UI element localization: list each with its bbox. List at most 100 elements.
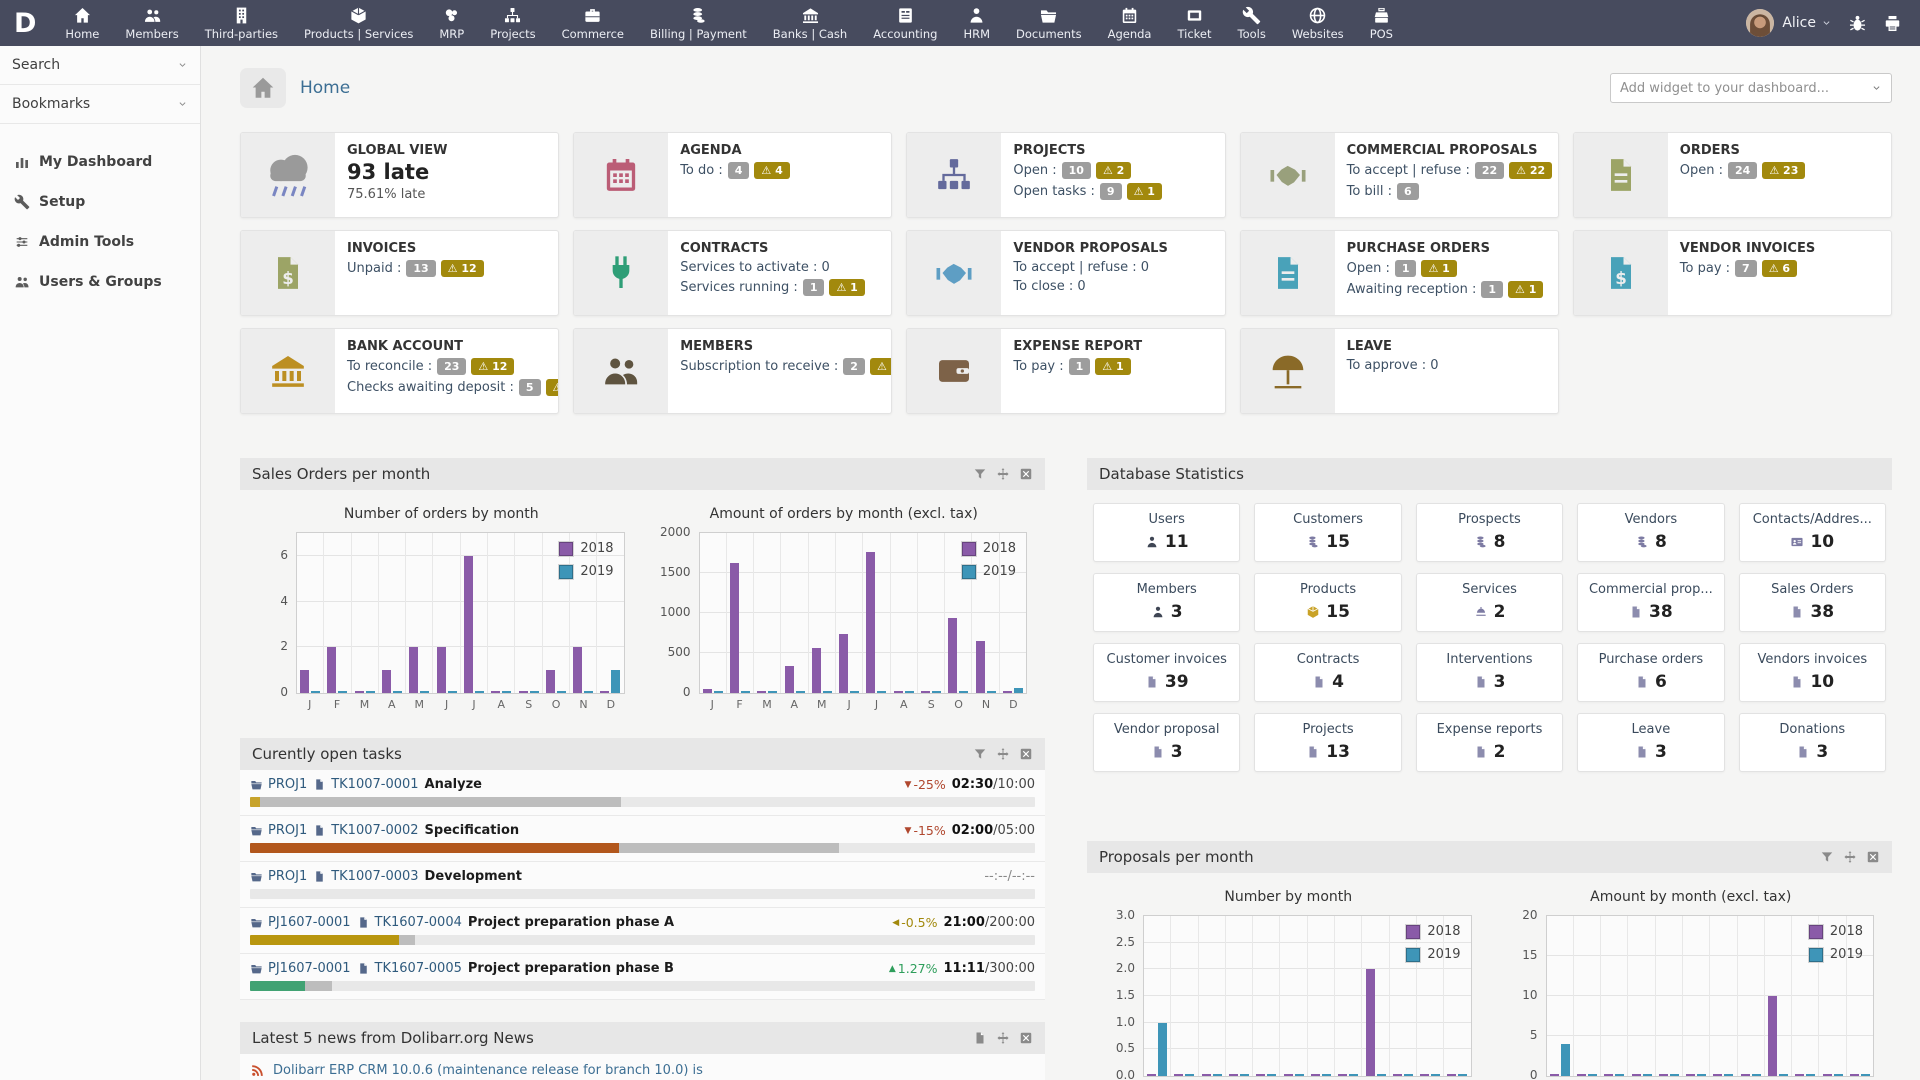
move-icon[interactable]	[996, 747, 1010, 761]
warning-badge[interactable]: ⚠ 5	[545, 379, 559, 396]
count-badge[interactable]: 1	[1394, 260, 1417, 277]
count-badge[interactable]: 4	[727, 162, 750, 179]
sidebar-item-admin-tools[interactable]: Admin Tools	[0, 222, 200, 262]
widget-stat-line[interactable]: Services to activate : 0	[680, 260, 865, 275]
widget-stat-line[interactable]: Services running : 1 ⚠ 1	[680, 279, 865, 296]
move-icon[interactable]	[996, 467, 1010, 481]
search-section[interactable]: Search	[0, 46, 200, 85]
stat-cell-contracts[interactable]: Contracts 4	[1254, 643, 1402, 702]
project-link[interactable]: PJ1607-0001	[268, 915, 351, 930]
stat-cell-interventions[interactable]: Interventions 3	[1415, 643, 1564, 702]
count-badge[interactable]: 24	[1728, 162, 1758, 179]
widget-global-view[interactable]: GLOBAL VIEW 93 late 75.61% late	[240, 132, 560, 218]
page-icon[interactable]	[973, 1031, 987, 1045]
warning-badge[interactable]: ⚠ 1	[1508, 281, 1544, 298]
close-icon[interactable]	[1019, 747, 1033, 761]
warning-badge[interactable]: ⚠ 2	[1095, 162, 1132, 179]
user-avatar[interactable]	[1746, 9, 1775, 37]
sidebar-item-setup[interactable]: Setup	[0, 182, 200, 222]
widget-members[interactable]: MEMBERS Subscription to receive : 2⚠ 2	[573, 328, 893, 414]
widget-vendor-proposals[interactable]: VENDOR PROPOSALS To accept | refuse : 0 To…	[906, 230, 1226, 316]
widget-stat-line[interactable]: To reconcile : 23 ⚠ 12	[347, 358, 546, 375]
warning-badge[interactable]: ⚠ 1	[1421, 260, 1457, 277]
task-name[interactable]: Development	[425, 869, 522, 884]
widget-vendor-invoices[interactable]: VENDOR INVOICES To pay : 7 ⚠ 6	[1572, 230, 1892, 316]
widget-invoices[interactable]: INVOICES Unpaid : 13 ⚠ 12	[240, 230, 560, 316]
project-link[interactable]: PROJ1	[268, 777, 307, 792]
filter-icon[interactable]	[973, 467, 987, 481]
nav-item-commerce[interactable]: Commerce	[549, 0, 637, 46]
count-badge[interactable]: 9	[1099, 183, 1122, 200]
warning-badge[interactable]: ⚠ 1	[1126, 183, 1162, 200]
stat-cell-commercial-prop[interactable]: Commercial prop... 38	[1577, 573, 1725, 632]
project-link[interactable]: PJ1607-0001	[268, 961, 351, 976]
warning-badge[interactable]: ⚠ 22	[1509, 162, 1553, 179]
move-icon[interactable]	[996, 1031, 1010, 1045]
nav-item-third-parties[interactable]: Third-parties	[192, 0, 291, 46]
count-badge[interactable]: 1	[802, 279, 825, 296]
task-ref-link[interactable]: TK1607-0005	[375, 961, 462, 976]
widget-stat-line[interactable]: Open : 1 ⚠ 1	[1347, 260, 1544, 277]
task-name[interactable]: Specification	[425, 823, 520, 838]
widget-stat-line[interactable]: Unpaid : 13 ⚠ 12	[347, 260, 484, 277]
task-name[interactable]: Project preparation phase A	[468, 915, 674, 930]
close-icon[interactable]	[1866, 850, 1880, 864]
task-ref-link[interactable]: TK1007-0001	[331, 777, 418, 792]
widget-contracts[interactable]: CONTRACTS Services to activate : 0 Service…	[573, 230, 893, 316]
stat-cell-sales-orders[interactable]: Sales Orders 38	[1738, 573, 1886, 632]
widget-stat-line[interactable]: Checks awaiting deposit : 5 ⚠ 5	[347, 379, 559, 396]
stat-cell-users[interactable]: Users 11	[1093, 503, 1241, 562]
widget-purchase-orders[interactable]: PURCHASE ORDERS Open :1 ⚠ 1 Awaiting recept…	[1239, 230, 1559, 316]
news-link[interactable]: Dolibarr ERP CRM 10.0.6 (maintenance rel…	[273, 1063, 703, 1078]
nav-item-tools[interactable]: Tools	[1225, 0, 1279, 46]
close-icon[interactable]	[1019, 467, 1033, 481]
widget-leave[interactable]: LEAVE To approve : 0	[1239, 328, 1559, 414]
widget-stat-line[interactable]: Open tasks : 9 ⚠ 1	[1013, 183, 1162, 200]
nav-item-members[interactable]: Members	[112, 0, 191, 46]
widget-stat-line[interactable]: Subscription to receive : 2⚠ 2	[680, 358, 892, 375]
stat-cell-contacts-addres[interactable]: Contacts/Addres... 10	[1738, 503, 1886, 562]
nav-item-documents[interactable]: Documents	[1003, 0, 1095, 46]
task-name[interactable]: Project preparation phase B	[468, 961, 674, 976]
widget-stat-line[interactable]: To accept | refuse : 22 ⚠ 22	[1347, 162, 1553, 179]
count-badge[interactable]: 6	[1397, 183, 1419, 200]
sidebar-item-users-groups[interactable]: Users & Groups	[0, 262, 200, 302]
warning-badge[interactable]: ⚠ 4	[754, 162, 790, 179]
widget-stat-line[interactable]: To do : 4 ⚠ 4	[680, 162, 790, 179]
widget-stat-line[interactable]: Open : 24 ⚠ 23	[1680, 162, 1806, 179]
stat-cell-services[interactable]: Services 2	[1415, 573, 1564, 632]
nav-item-billing-payment[interactable]: Billing | Payment	[637, 0, 760, 46]
stat-cell-leave[interactable]: Leave 3	[1577, 713, 1725, 772]
project-link[interactable]: PROJ1	[268, 869, 307, 884]
stat-cell-expense-reports[interactable]: Expense reports 2	[1415, 713, 1564, 772]
count-badge[interactable]: 1	[1068, 358, 1091, 375]
widget-stat-line[interactable]: To accept | refuse : 0	[1013, 260, 1167, 275]
stat-cell-vendor-proposal[interactable]: Vendor proposal 3	[1093, 713, 1241, 772]
nav-item-websites[interactable]: Websites	[1279, 0, 1357, 46]
bookmarks-section[interactable]: Bookmarks	[0, 85, 200, 124]
widget-projects[interactable]: PROJECTS Open : 10 ⚠ 2 Open tasks : 9 ⚠ 1	[906, 132, 1226, 218]
nav-item-home[interactable]: Home	[52, 0, 112, 46]
widget-expense-report[interactable]: EXPENSE REPORT To pay : 1 ⚠ 1	[906, 328, 1226, 414]
widget-stat-line[interactable]: To bill : 6	[1347, 183, 1546, 200]
widget-stat-line[interactable]: To approve : 0	[1347, 358, 1439, 373]
widget-stat-line[interactable]: To pay : 1 ⚠ 1	[1013, 358, 1142, 375]
warning-badge[interactable]: ⚠ 2	[869, 358, 892, 375]
stat-cell-members[interactable]: Members 3	[1093, 573, 1241, 632]
task-ref-link[interactable]: TK1007-0002	[331, 823, 418, 838]
widget-stat-line[interactable]: To pay : 7 ⚠ 6	[1680, 260, 1815, 277]
count-badge[interactable]: 1	[1481, 281, 1504, 298]
print-icon[interactable]	[1883, 14, 1902, 33]
filter-icon[interactable]	[1820, 850, 1834, 864]
widget-bank-account[interactable]: BANK ACCOUNT To reconcile : 23 ⚠ 12 Checks a…	[240, 328, 560, 414]
close-icon[interactable]	[1019, 1031, 1033, 1045]
count-badge[interactable]: 13	[406, 260, 436, 277]
stat-cell-vendors-invoices[interactable]: Vendors invoices 10	[1738, 643, 1886, 702]
bug-report-icon[interactable]	[1848, 14, 1867, 33]
count-badge[interactable]: 10	[1061, 162, 1091, 179]
nav-item-hrm[interactable]: HRM	[950, 0, 1003, 46]
page-title[interactable]: Home	[300, 78, 350, 98]
move-icon[interactable]	[1843, 850, 1857, 864]
count-badge[interactable]: 2	[843, 358, 865, 375]
stat-cell-customer-invoices[interactable]: Customer invoices 39	[1093, 643, 1241, 702]
